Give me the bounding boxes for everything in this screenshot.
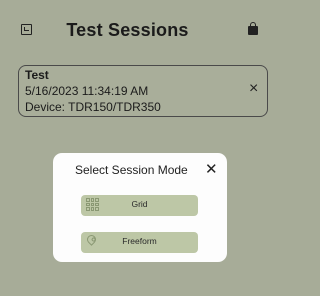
grid-mode-button[interactable]: Grid <box>81 195 198 216</box>
session-timestamp: 5/16/2023 11:34:19 AM <box>25 84 149 98</box>
dialog-title: Select Session Mode <box>75 163 188 177</box>
freeform-mode-label: Freeform <box>122 236 157 246</box>
session-name: Test <box>25 68 49 82</box>
session-card[interactable]: Test 5/16/2023 11:34:19 AM Device: TDR15… <box>18 65 268 117</box>
header: Test Sessions <box>0 0 258 60</box>
close-icon[interactable]: ✕ <box>205 160 218 178</box>
session-device: Device: TDR150/TDR350 <box>25 100 161 114</box>
freeform-mode-button[interactable]: Freeform <box>81 232 198 253</box>
delete-session-icon[interactable]: × <box>249 80 258 98</box>
grid-mode-label: Grid <box>131 199 148 209</box>
session-mode-dialog: Select Session Mode ✕ Grid Freeform <box>53 153 227 262</box>
lock-icon[interactable] <box>248 22 258 35</box>
page-title: Test Sessions <box>66 20 189 40</box>
